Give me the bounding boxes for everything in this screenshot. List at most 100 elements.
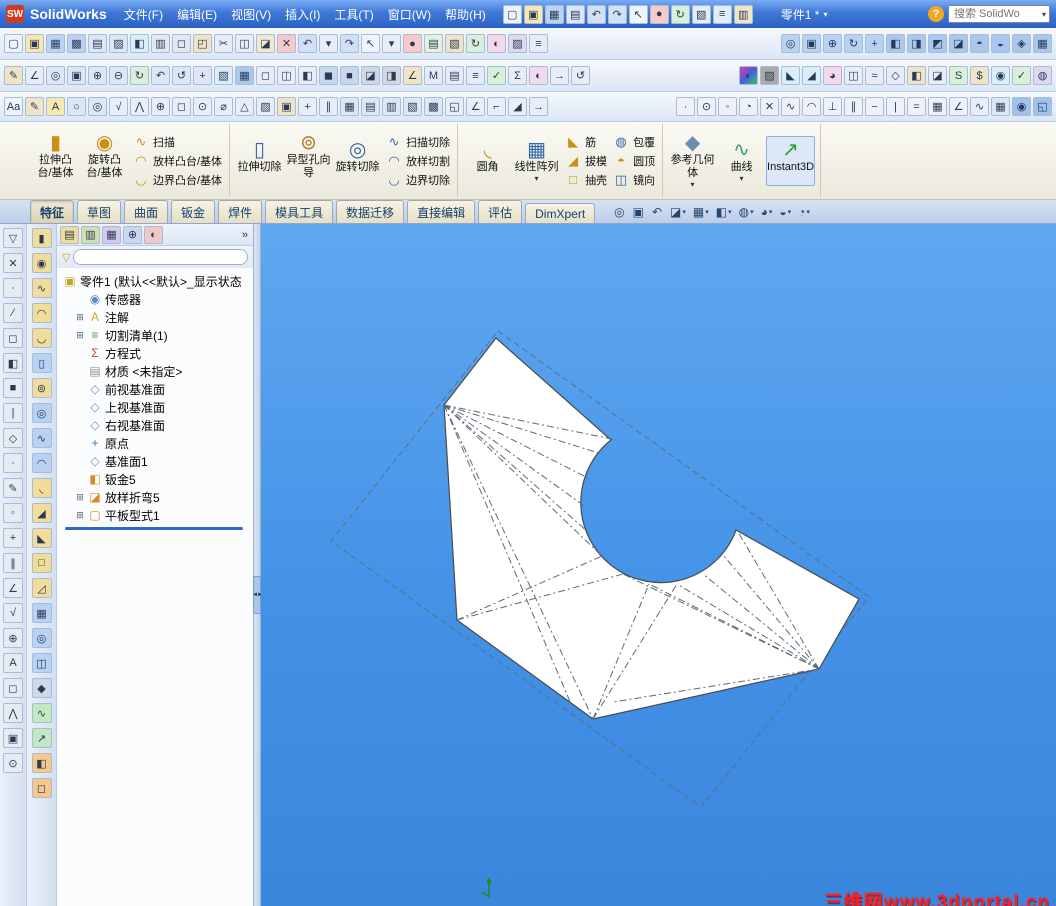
dome-button[interactable]: ◓ 圆顶 (613, 153, 655, 169)
tree-item-front-plane[interactable]: ◇ 前视基准面 (59, 380, 251, 398)
revolved-boss-base-button[interactable]: ◉ 旋转凸台/基体 (80, 129, 129, 191)
costing-icon[interactable]: $ (970, 66, 989, 85)
hole-wizard-button[interactable]: ⊚ 异型孔向导 (284, 129, 333, 191)
tree-item-origin[interactable]: + 原点 (59, 434, 251, 452)
format-painter-icon[interactable]: ✎ (25, 97, 44, 116)
rollback-bar[interactable] (65, 527, 243, 530)
move-icon[interactable]: → (550, 66, 569, 85)
check-active-document-icon[interactable]: ✓ (487, 66, 506, 85)
toolbox-icon[interactable]: ▥ (733, 4, 753, 24)
design-binder-icon[interactable]: ▧ (445, 34, 464, 53)
shell-icon[interactable]: □ (31, 553, 52, 573)
record-macro-icon[interactable]: ● (649, 4, 669, 24)
publish-edrawings-icon[interactable]: ◧ (130, 34, 149, 53)
expand-plus-icon[interactable]: ⊞ (75, 312, 85, 323)
mirror-icon[interactable]: ◫ (31, 653, 52, 673)
left-view-icon[interactable]: ◩ (928, 34, 947, 53)
panel-collapse-handle[interactable]: ◄► (252, 576, 263, 614)
appearance-gradient-icon[interactable]: ◐ (739, 66, 758, 85)
filter-centerline-icon[interactable]: ∥ (3, 553, 23, 573)
fillet-icon[interactable]: ◟ (31, 478, 52, 498)
bill-of-materials-icon[interactable]: ▥ (382, 97, 401, 116)
apply-scene-icon[interactable]: ◒ ▾ (777, 204, 793, 220)
snap-to-quadrants-icon[interactable]: ◔ (739, 97, 758, 116)
datum-feature-icon[interactable]: ◻ (172, 97, 191, 116)
tab-data-migration[interactable]: 数据迁移 (336, 200, 405, 223)
menu-item[interactable]: 帮助(H) (438, 3, 493, 26)
rebuild-icon[interactable]: ↻ (466, 34, 485, 53)
section-properties-icon[interactable]: ▤ (445, 66, 464, 85)
view-settings-icon[interactable]: ◔ ▾ (796, 204, 812, 220)
linear-pattern-button[interactable]: ▦ 线性阵列 ▾ (512, 136, 561, 186)
undo-dropdown-icon[interactable]: ▾ (319, 34, 338, 53)
spell-checker-icon[interactable]: Aa (4, 97, 23, 116)
draft-icon[interactable]: ◿ (31, 578, 52, 598)
extruded-cut-icon[interactable]: ▯ (31, 353, 52, 373)
tree-item-cut-list[interactable]: ⊞ ≡ 切割清单(1) (59, 326, 251, 344)
swept-cut-icon[interactable]: ∿ (31, 428, 52, 448)
performance-evaluation-icon[interactable]: ✓ (1012, 66, 1031, 85)
tab-sheet-metal[interactable]: 钣金 (171, 200, 216, 223)
make-assembly-from-part-icon[interactable]: ▨ (109, 34, 128, 53)
sketch-icon[interactable]: ✎ (4, 66, 23, 85)
display-style-icon[interactable]: ◧ ▾ (714, 204, 734, 220)
tree-item-sheet-metal5[interactable]: ◧ 钣金5 (59, 470, 251, 488)
dimension-icon[interactable]: ∠ (466, 97, 485, 116)
fullscreen-icon[interactable]: ◱ (1033, 97, 1052, 116)
print-preview-icon[interactable]: ◻ (172, 34, 191, 53)
filter-blocks-icon[interactable]: ▣ (3, 728, 23, 748)
ordinate-dimension-icon[interactable]: ⌐ (487, 97, 506, 116)
isometric-view-icon[interactable]: ◈ (1012, 34, 1031, 53)
save-icon[interactable]: ▦ (544, 4, 564, 24)
symmetry-check-icon[interactable]: ◫ (844, 66, 863, 85)
make-drawing-from-part-icon[interactable]: ▤ (88, 34, 107, 53)
rotate-view-icon[interactable]: ↺ (172, 66, 191, 85)
view-orientation-icon[interactable]: ▦ ▾ (691, 204, 711, 220)
shadows-in-shaded-mode-icon[interactable]: ◪ (361, 66, 380, 85)
dimxpertmanager-tab-icon[interactable]: ⊕ (123, 225, 142, 244)
standard-views-icon[interactable]: ▦ (235, 66, 254, 85)
snap-to-grid-icon[interactable]: ▦ (928, 97, 947, 116)
filter-faces-icon[interactable]: ◻ (3, 328, 23, 348)
reference-geometry-icon[interactable]: ◆ (31, 678, 52, 698)
sensors-icon[interactable]: ◉ (991, 66, 1010, 85)
boundary-boss-icon[interactable]: ◡ (31, 328, 52, 348)
redo-icon[interactable]: ↷ (607, 4, 627, 24)
tab-evaluate[interactable]: 评估 (478, 200, 523, 223)
expand-plus-icon[interactable]: ⊞ (75, 510, 85, 521)
panel-tabs-overflow-icon[interactable]: » (242, 229, 250, 241)
mirror-button[interactable]: ◫ 镜向 (613, 172, 655, 188)
snap-to-midpoints-icon[interactable]: ◦ (718, 97, 737, 116)
select-pointer-icon[interactable]: ↖ (628, 4, 648, 24)
attach-dimension-icon[interactable]: → (529, 97, 548, 116)
draft-button[interactable]: ◢ 拔模 (565, 153, 607, 169)
front-view-icon[interactable]: ◧ (886, 34, 905, 53)
instant3d-icon[interactable]: ↗ (31, 728, 52, 748)
auto-balloon-icon[interactable]: ◎ (88, 97, 107, 116)
tab-weldments[interactable]: 焊件 (218, 200, 263, 223)
filter-funnel-icon[interactable]: ▽ (62, 251, 70, 264)
paste-icon[interactable]: ◪ (256, 34, 275, 53)
section-view-icon[interactable]: ◨ (382, 66, 401, 85)
lofted-cut-icon[interactable]: ◠ (31, 453, 52, 473)
print-icon[interactable]: ▥ (151, 34, 170, 53)
fillet-button[interactable]: ◟ 圆角 (463, 136, 512, 186)
tree-item-right-plane[interactable]: ◇ 右视基准面 (59, 416, 251, 434)
edit-color-icon[interactable]: ◐ (487, 34, 506, 53)
tab-dimxpert[interactable]: DimXpert (525, 203, 596, 223)
snap-to-points-icon[interactable]: ∙ (676, 97, 695, 116)
hole-table-icon[interactable]: ▤ (361, 97, 380, 116)
filter-surface-bodies-icon[interactable]: ◧ (3, 353, 23, 373)
revolved-boss-icon[interactable]: ◉ (31, 253, 52, 273)
tab-features[interactable]: 特征 (30, 200, 75, 223)
compare-documents-icon[interactable]: ◪ (928, 66, 947, 85)
zoom-to-fit-icon[interactable]: ◎ (46, 66, 65, 85)
curves-button[interactable]: ∿ 曲线 ▾ (717, 136, 766, 186)
wireframe-icon[interactable]: ◻ (256, 66, 275, 85)
filter-sketches-icon[interactable]: ✎ (3, 478, 23, 498)
filter-solid-bodies-icon[interactable]: ■ (3, 378, 23, 398)
snap-to-vertical-icon[interactable]: | (886, 97, 905, 116)
filter-surface-finish-icon[interactable]: √ (3, 603, 23, 623)
tab-sketch[interactable]: 草图 (77, 200, 122, 223)
geometric-tolerance-icon[interactable]: ⊕ (151, 97, 170, 116)
